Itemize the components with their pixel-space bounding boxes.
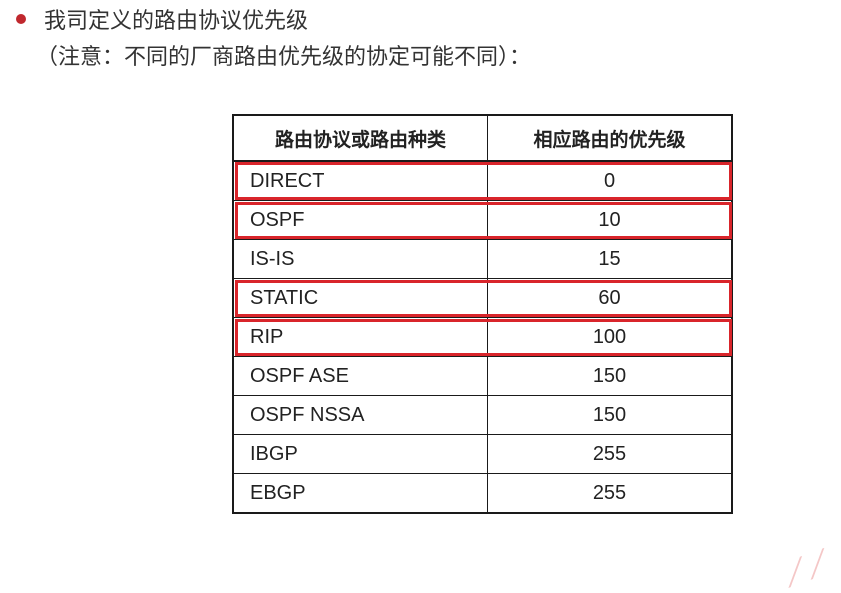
protocol-name-cell: OSPF ASE xyxy=(232,356,488,396)
watermark-icon: ⟋⟋ xyxy=(777,542,837,593)
preference-value-cell: 60 xyxy=(487,278,733,318)
bullet-heading: 我司定义的路由协议优先级 xyxy=(14,4,308,34)
preference-value-cell: 255 xyxy=(487,473,733,514)
bullet-dot-icon xyxy=(16,14,26,24)
table-row: DIRECT 0 xyxy=(232,160,733,201)
preference-value-cell: 100 xyxy=(487,317,733,357)
protocol-name-cell: STATIC xyxy=(232,278,488,318)
preference-value-cell: 150 xyxy=(487,395,733,435)
preference-value-cell: 255 xyxy=(487,434,733,474)
table-row: RIP 100 xyxy=(232,317,733,357)
protocol-name-cell: OSPF NSSA xyxy=(232,395,488,435)
preference-value-cell: 15 xyxy=(487,239,733,279)
protocol-name-cell: DIRECT xyxy=(232,160,488,201)
protocol-name-cell: RIP xyxy=(232,317,488,357)
table-header-row: 路由协议或路由种类 相应路由的优先级 xyxy=(232,114,733,162)
column-header-protocol: 路由协议或路由种类 xyxy=(232,114,488,162)
table-row: OSPF 10 xyxy=(232,200,733,240)
protocol-name-cell: IS-IS xyxy=(232,239,488,279)
bullet-heading-text: 我司定义的路由协议优先级 xyxy=(44,9,309,34)
table-row: OSPF ASE 150 xyxy=(232,356,733,396)
protocol-name-cell: EBGP xyxy=(232,473,488,514)
table-row: OSPF NSSA 150 xyxy=(232,395,733,435)
table-row: EBGP 255 xyxy=(232,473,733,514)
table-row: IS-IS 15 xyxy=(232,239,733,279)
protocol-name-cell: OSPF xyxy=(232,200,488,240)
preference-value-cell: 0 xyxy=(487,160,733,201)
route-preference-table: 路由协议或路由种类 相应路由的优先级 DIRECT 0 OSPF 10 IS-I… xyxy=(232,114,733,514)
note-text: （注意：不同的厂商路由优先级的协定可能不同）： xyxy=(36,45,532,70)
table-row: STATIC 60 xyxy=(232,278,733,318)
protocol-name-cell: IBGP xyxy=(232,434,488,474)
column-header-preference: 相应路由的优先级 xyxy=(487,114,733,162)
slide-page: 我司定义的路由协议优先级 （注意：不同的厂商路由优先级的协定可能不同）： 路由协… xyxy=(0,0,841,593)
preference-value-cell: 10 xyxy=(487,200,733,240)
table-row: IBGP 255 xyxy=(232,434,733,474)
preference-value-cell: 150 xyxy=(487,356,733,396)
